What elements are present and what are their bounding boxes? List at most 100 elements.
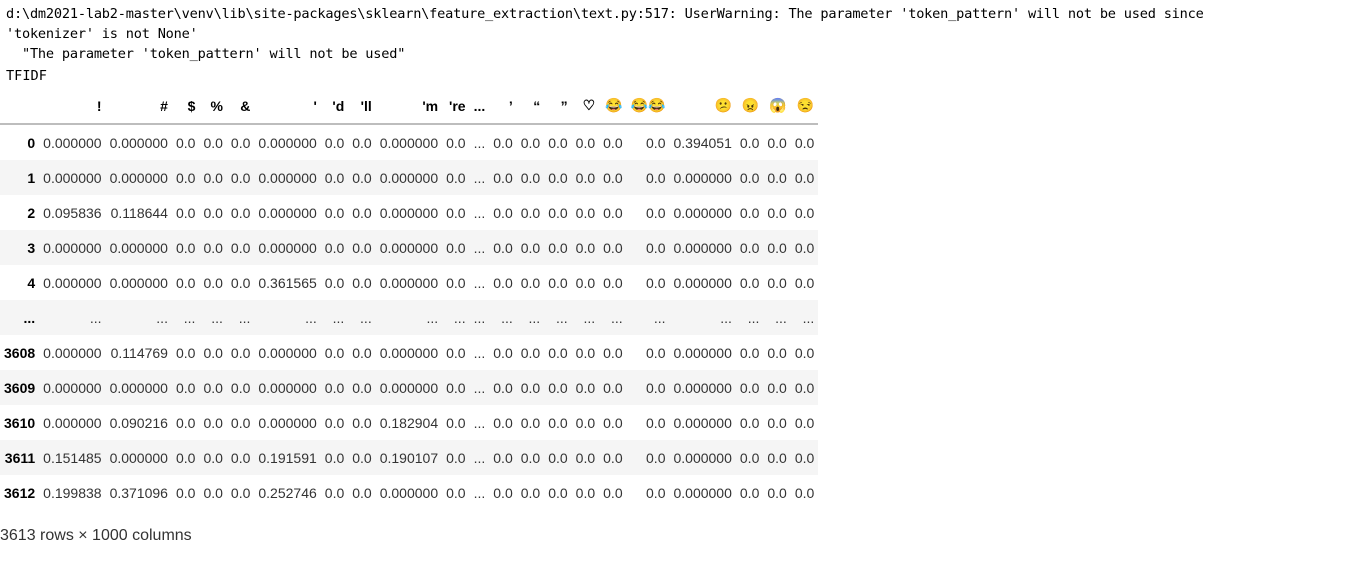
table-cell: 0.000000 [39, 265, 106, 300]
table-cell: 0.000000 [375, 230, 443, 265]
table-cell: 0.0 [199, 195, 227, 230]
row-index: 3612 [0, 475, 40, 510]
table-cell: 0.0 [790, 405, 819, 440]
column-header: $ [171, 88, 200, 125]
table-cell: 0.000000 [375, 335, 443, 370]
table-cell: 0.0 [348, 265, 376, 300]
table-cell: 0.0 [320, 370, 349, 405]
column-header: # [105, 88, 172, 125]
table-cell: 0.0 [790, 335, 819, 370]
table-cell: 0.0 [489, 335, 517, 370]
table-cell: 0.0 [226, 265, 255, 300]
table-cell: 0.182904 [375, 405, 443, 440]
table-cell: 0.000000 [105, 265, 172, 300]
row-index: 3 [0, 230, 40, 265]
table-cell: 0.0 [544, 440, 572, 475]
table-cell: 0.0 [442, 160, 470, 195]
table-cell: 0.0 [226, 195, 255, 230]
header-row: ! # $% & ''d'll'm're...’ “” ♡ 😂 😂😂 😕 😠 😱 😒 [0, 88, 819, 125]
table-cell: 0.0 [626, 124, 670, 160]
table-cell: 0.0 [348, 160, 376, 195]
stdout-output: TFIDF [6, 68, 47, 84]
table-cell: 0.0 [571, 265, 600, 300]
table-cell: 0.0 [626, 230, 670, 265]
table-cell: 0.0 [626, 475, 670, 510]
table-cell: 0.0 [171, 195, 200, 230]
table-cell: 0.0 [199, 440, 227, 475]
table-cell: 0.361565 [254, 265, 321, 300]
table-cell: ... [516, 300, 545, 335]
column-header: ” [544, 88, 572, 125]
table-cell: 0.0 [226, 440, 255, 475]
table-cell: ... [226, 300, 255, 335]
table-cell: 0.0 [763, 195, 791, 230]
table-row: ........................................… [0, 300, 819, 335]
table-cell: ... [469, 230, 490, 265]
table-row: 3610 0.000000 0.090216 0.0 0.0 0.0 0.000000 0.0… [0, 405, 819, 440]
table-cell: 0.0 [599, 124, 627, 160]
table-cell: ... [469, 440, 490, 475]
warning-output: d:\dm2021-lab2-master\venv\lib\site-pack… [6, 4, 1204, 64]
table-cell: ... [375, 300, 443, 335]
table-cell: 0.0 [226, 335, 255, 370]
table-cell: 0.0 [516, 370, 545, 405]
table-cell: ... [39, 300, 106, 335]
column-header: 'd [320, 88, 349, 125]
table-cell: 0.0 [544, 265, 572, 300]
column-header: 😠 [735, 88, 764, 125]
table-row: 3612 0.199838 0.371096 0.0 0.0 0.0 0.252746 0.0… [0, 475, 819, 510]
table-cell: 0.0 [442, 230, 470, 265]
table-cell: 0.0 [571, 124, 600, 160]
table-cell: 0.151485 [39, 440, 106, 475]
table-cell: ... [763, 300, 791, 335]
table-cell: 0.0 [571, 475, 600, 510]
table-cell: 0.000000 [39, 335, 106, 370]
table-cell: 0.0 [516, 195, 545, 230]
table-cell: 0.0 [348, 440, 376, 475]
table-cell: ... [599, 300, 627, 335]
table-cell: 0.0 [516, 405, 545, 440]
table-cell: 0.0 [348, 195, 376, 230]
table-cell: 0.0 [199, 160, 227, 195]
table-cell: 0.000000 [105, 124, 172, 160]
table-cell: 0.000000 [254, 195, 321, 230]
row-index: 3609 [0, 370, 40, 405]
table-cell: 0.0 [199, 230, 227, 265]
table-cell: 0.0 [320, 405, 349, 440]
table-cell: 0.0 [763, 370, 791, 405]
table-row: 0 0.000000 0.000000 0.0 0.0 0.0 0.000000 0.0 0.0… [0, 124, 819, 160]
table-cell: 0.0 [544, 195, 572, 230]
table-cell: 0.000000 [39, 230, 106, 265]
dataframe-output: ! # $% & ''d'll'm're...’ “” ♡ 😂 😂😂 😕 😠 😱 😒 0 0.000000… [0, 88, 819, 510]
warning-line: "The parameter 'token_pattern' will not … [6, 46, 406, 62]
warning-line: d:\dm2021-lab2-master\venv\lib\site-pack… [6, 6, 1204, 22]
table-cell: 0.0 [735, 160, 764, 195]
table-cell: ... [571, 300, 600, 335]
table-cell: ... [469, 405, 490, 440]
table-cell: 0.000000 [105, 440, 172, 475]
table-cell: 0.394051 [669, 124, 736, 160]
table-cell: ... [469, 335, 490, 370]
table-cell: 0.0 [544, 370, 572, 405]
table-cell: 0.0 [763, 124, 791, 160]
table-cell: 0.0 [790, 265, 819, 300]
table-header: ! # $% & ''d'll'm're...’ “” ♡ 😂 😂😂 😕 😠 😱 😒 [0, 88, 819, 125]
table-cell: 0.0 [790, 475, 819, 510]
table-cell: 0.0 [171, 335, 200, 370]
table-cell: 0.0 [516, 265, 545, 300]
column-header: 😒 [790, 88, 819, 125]
table-cell: 0.0 [489, 475, 517, 510]
table-cell: ... [199, 300, 227, 335]
table-cell: 0.0 [571, 370, 600, 405]
table-cell: 0.095836 [39, 195, 106, 230]
table-cell: ... [442, 300, 470, 335]
table-cell: 0.0 [516, 335, 545, 370]
table-cell: 0.0 [226, 370, 255, 405]
table-cell: ... [469, 160, 490, 195]
table-cell: 0.0 [171, 160, 200, 195]
warning-line: 'tokenizer' is not None' [6, 26, 198, 42]
row-index: 4 [0, 265, 40, 300]
table-cell: 0.0 [516, 230, 545, 265]
table-cell: 0.0 [442, 124, 470, 160]
column-header: 'm [375, 88, 443, 125]
